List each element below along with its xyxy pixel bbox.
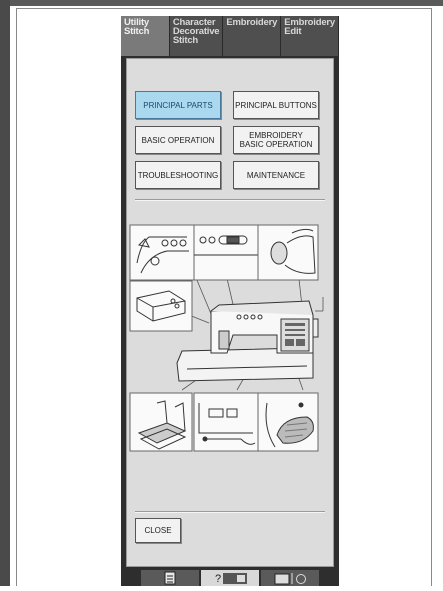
- frame-top-edge: [10, 0, 443, 6]
- tab-character-decorative-stitch[interactable]: Character Decorative Stitch: [169, 16, 224, 56]
- button-label: PRINCIPAL PARTS: [143, 100, 213, 110]
- help-panel: PRINCIPAL PARTS PRINCIPAL BUTTONS BASIC …: [126, 58, 334, 567]
- tab-embroidery-edit[interactable]: Embroidery Edit: [281, 16, 339, 56]
- help-machine-icon: ?: [215, 573, 247, 585]
- tab-embroidery[interactable]: Embroidery: [223, 16, 282, 56]
- tab-label-line: Embroidery: [226, 17, 278, 28]
- mode-tabs: Utility Stitch Character Decorative Stit…: [121, 16, 339, 56]
- footer-divider-highlight: [135, 512, 325, 513]
- button-label: CLOSE: [144, 526, 172, 535]
- connector-ports-thumbnail: [193, 392, 259, 452]
- button-label: BASIC OPERATION: [141, 135, 215, 145]
- spool-detail-thumbnail: [129, 280, 193, 332]
- tab-label-line: Stitch: [172, 35, 199, 46]
- troubleshooting-button[interactable]: TROUBLESHOOTING: [135, 161, 221, 189]
- close-button[interactable]: CLOSE: [135, 518, 181, 543]
- document-key[interactable]: [141, 570, 199, 586]
- machine-settings-icon: [274, 573, 306, 585]
- handwheel-thumbnail: [257, 224, 319, 281]
- frame-inner-line-left: [16, 8, 17, 586]
- basic-operation-button[interactable]: BASIC OPERATION: [135, 126, 221, 154]
- button-label-line: BASIC OPERATION: [239, 140, 313, 149]
- maintenance-button[interactable]: MAINTENANCE: [233, 161, 319, 189]
- thread-guide-thumbnail: [129, 224, 195, 281]
- tab-label-line: Edit: [284, 26, 302, 37]
- operation-buttons-thumbnail: [193, 224, 259, 281]
- frame-inner-line-right: [431, 8, 432, 586]
- settings-key[interactable]: [261, 570, 319, 586]
- frame-inner-line-top: [16, 8, 432, 9]
- lcd-screen: Utility Stitch Character Decorative Stit…: [121, 16, 339, 586]
- button-label: MAINTENANCE: [246, 170, 306, 180]
- button-label: PRINCIPAL BUTTONS: [235, 100, 317, 110]
- help-key[interactable]: ?: [201, 570, 259, 586]
- principal-buttons-button[interactable]: PRINCIPAL BUTTONS: [233, 91, 319, 119]
- frame-left-edge: [0, 0, 10, 586]
- principal-parts-illustration: [129, 224, 324, 452]
- svg-text:?: ?: [215, 573, 221, 585]
- section-divider-highlight: [135, 200, 325, 201]
- sewing-machine-drawing: [176, 300, 319, 382]
- button-label-line: EMBROIDERY: [249, 131, 303, 140]
- button-label: TROUBLESHOOTING: [137, 170, 219, 180]
- presser-foot-thumbnail: [129, 392, 193, 452]
- document-icon: [164, 571, 176, 585]
- principal-parts-button[interactable]: PRINCIPAL PARTS: [135, 91, 221, 119]
- foot-controller-thumbnail: [257, 392, 319, 452]
- tab-utility-stitch[interactable]: Utility Stitch: [121, 16, 170, 56]
- embroidery-basic-operation-button[interactable]: EMBROIDERY BASIC OPERATION: [233, 126, 319, 154]
- tab-label-line: Stitch: [124, 26, 150, 37]
